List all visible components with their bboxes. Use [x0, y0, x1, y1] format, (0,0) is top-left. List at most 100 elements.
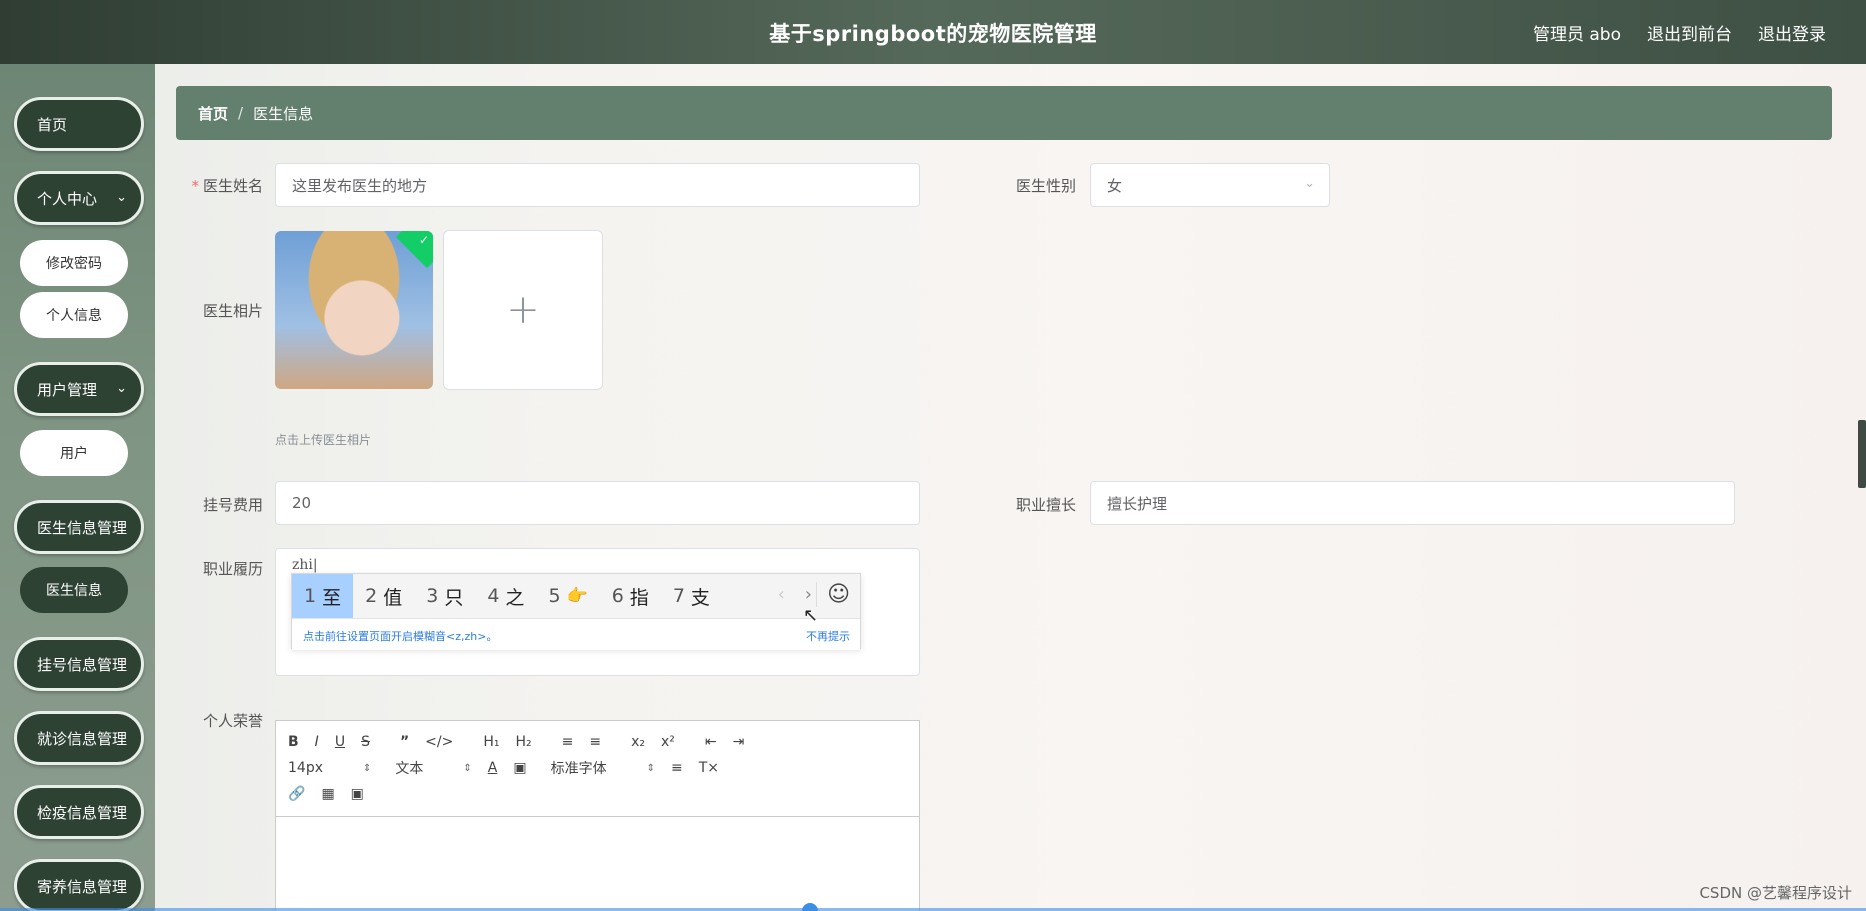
- font-size-value: 14px: [288, 760, 323, 776]
- ime-candidate-number: 4: [487, 585, 500, 607]
- ime-candidate-number: 6: [611, 585, 624, 607]
- chevron-left-icon[interactable]: ‹: [778, 584, 785, 605]
- chevron-down-icon: ⌄: [116, 381, 127, 396]
- font-family-value: 标准字体: [550, 761, 607, 777]
- toolbar-row-2: 14px ⇕ 文本 ⇕ A ▣ 标准字体 ⇕ ≡ T×: [288, 755, 907, 781]
- outdent-icon[interactable]: ⇤: [705, 734, 717, 750]
- ime-footer: 点击前往设置页面开启模糊音<z,zh>。 不再提示: [292, 618, 860, 650]
- clear-format-icon[interactable]: T×: [699, 760, 719, 776]
- ime-candidate[interactable]: 2值: [353, 574, 414, 618]
- rich-text-editor[interactable]: B I U S ” </> H₁ H₂ ≡ ≡ x₂ x² ⇤ ⇥ 14px ⇕ …: [275, 720, 920, 911]
- code-icon[interactable]: </>: [425, 734, 453, 750]
- ime-dismiss-link[interactable]: 不再提示: [806, 628, 850, 644]
- sidebar-subitem-doctor-info[interactable]: 医生信息: [20, 567, 128, 613]
- select-arrows-icon: ⇕: [363, 762, 372, 774]
- strikethrough-icon[interactable]: S: [361, 734, 370, 750]
- mouse-cursor-icon: ↖: [803, 605, 819, 626]
- sidebar-item-home[interactable]: 首页: [14, 97, 144, 151]
- specialty-label: 职业擅长: [1015, 496, 1076, 514]
- plus-icon: +: [506, 287, 540, 333]
- video-icon[interactable]: ▣: [351, 786, 364, 802]
- sidebar-item-quarantine-mgmt[interactable]: 检疫信息管理: [14, 785, 144, 839]
- text-color-icon[interactable]: A: [488, 760, 498, 776]
- doctor-name-label-text: 医生姓名: [202, 177, 263, 195]
- ime-candidate[interactable]: 4之: [475, 574, 536, 618]
- admin-user-label[interactable]: 管理员 abo: [1533, 20, 1621, 45]
- emoji-icon[interactable]: ☺: [816, 582, 850, 607]
- doctor-gender-label: 医生性别: [1015, 177, 1076, 195]
- sidebar-item-label: 个人中心: [37, 189, 98, 208]
- image-icon[interactable]: ▦: [321, 786, 334, 802]
- ime-fuzzy-tip[interactable]: 点击前往设置页面开启模糊音<z,zh>。: [303, 628, 497, 644]
- select-arrows-icon: ⇕: [646, 762, 655, 774]
- italic-icon[interactable]: I: [315, 734, 319, 750]
- doctor-photo-thumbnail[interactable]: ✓: [275, 231, 433, 389]
- blockquote-icon[interactable]: ”: [400, 734, 409, 750]
- honor-label: 个人荣誉: [202, 712, 263, 730]
- chevron-down-icon: ⌄: [1304, 176, 1315, 191]
- ime-candidate-text: 值: [383, 586, 403, 609]
- chevron-right-icon[interactable]: ›: [805, 584, 812, 605]
- resume-value: zhi|: [292, 557, 318, 573]
- doctor-gender-select[interactable]: 女 ⌄: [1090, 163, 1330, 207]
- underline-icon[interactable]: U: [335, 734, 345, 750]
- breadcrumb-home[interactable]: 首页: [198, 103, 228, 124]
- ime-candidate[interactable]: 5 👉: [536, 574, 599, 618]
- ime-candidate[interactable]: 3只: [414, 574, 475, 618]
- font-family-select[interactable]: 标准字体 ⇕: [551, 758, 655, 778]
- ime-candidate-number: 3: [426, 585, 439, 607]
- ime-candidate[interactable]: 7支: [661, 574, 722, 618]
- specialty-input[interactable]: 擅长护理: [1090, 481, 1735, 525]
- background-color-icon[interactable]: ▣: [513, 760, 526, 776]
- sidebar-item-visit-mgmt[interactable]: 就诊信息管理: [14, 711, 144, 765]
- photo-upload-button[interactable]: +: [443, 230, 603, 390]
- required-mark: *: [191, 177, 199, 195]
- sidebar-item-boarding-mgmt[interactable]: 寄养信息管理: [14, 859, 144, 911]
- sidebar-subitem-change-password[interactable]: 修改密码: [20, 240, 128, 286]
- sidebar-subitem-personal-info[interactable]: 个人信息: [20, 292, 128, 338]
- ime-candidate-text: 只: [444, 586, 464, 609]
- top-bar: 基于springboot的宠物医院管理 管理员 abo 退出到前台 退出登录: [0, 0, 1866, 64]
- bullet-list-icon[interactable]: ≡: [589, 734, 601, 750]
- breadcrumb: 首页 / 医生信息: [176, 86, 1832, 140]
- ime-candidate[interactable]: 6指: [600, 574, 661, 618]
- link-icon[interactable]: 🔗: [288, 786, 305, 802]
- font-size-select[interactable]: 14px ⇕: [288, 760, 371, 776]
- ordered-list-icon[interactable]: ≡: [562, 734, 574, 750]
- indent-icon[interactable]: ⇥: [733, 734, 745, 750]
- heading1-icon[interactable]: H₁: [483, 734, 499, 750]
- sidebar-item-label: 用户: [60, 446, 88, 462]
- sidebar-item-personal-center[interactable]: 个人中心 ⌄: [14, 171, 144, 225]
- subscript-icon[interactable]: x₂: [631, 734, 645, 750]
- page-scrollbar[interactable]: [1858, 420, 1866, 488]
- sidebar-item-user-mgmt[interactable]: 用户管理 ⌄: [14, 362, 144, 416]
- ime-candidate-text: 支: [690, 586, 710, 609]
- sidebar-item-label: 医生信息: [46, 583, 102, 599]
- fee-input[interactable]: 20: [275, 481, 920, 525]
- specialty-value: 擅长护理: [1107, 494, 1168, 513]
- sidebar-subitem-user[interactable]: 用户: [20, 430, 128, 476]
- doctor-name-input[interactable]: 这里发布医生的地方: [275, 163, 920, 207]
- align-icon[interactable]: ≡: [671, 760, 683, 776]
- sidebar-item-doctor-mgmt[interactable]: 医生信息管理: [14, 500, 144, 554]
- ime-candidate-text: 指: [629, 586, 649, 609]
- superscript-icon[interactable]: x²: [661, 734, 675, 750]
- ime-candidate-number: 1: [304, 585, 317, 607]
- heading2-icon[interactable]: H₂: [515, 734, 531, 750]
- watermark: CSDN @艺馨程序设计: [1699, 884, 1852, 902]
- logout-link[interactable]: 退出登录: [1758, 20, 1826, 45]
- ime-candidates: 1 至 2 值 3 只 4 之 5 👉 6 指 7 支: [292, 574, 722, 618]
- doctor-name-label: * 医生姓名: [188, 175, 263, 196]
- photo-upload-hint: 点击上传医生相片: [275, 433, 372, 447]
- sidebar-item-label: 个人信息: [46, 308, 102, 324]
- sidebar-item-register-mgmt[interactable]: 挂号信息管理: [14, 637, 144, 691]
- bold-icon[interactable]: B: [288, 734, 299, 750]
- ime-candidate[interactable]: 1至: [292, 574, 354, 618]
- ime-candidate-text: 之: [505, 586, 525, 609]
- sidebar-item-label: 用户管理: [37, 380, 98, 399]
- sidebar-item-label: 医生信息管理: [37, 518, 128, 537]
- ime-nav: ‹ ›: [778, 584, 812, 605]
- ime-candidate-number: 5: [548, 585, 561, 607]
- exit-to-front-link[interactable]: 退出到前台: [1647, 20, 1732, 45]
- block-type-select[interactable]: 文本 ⇕: [395, 758, 471, 778]
